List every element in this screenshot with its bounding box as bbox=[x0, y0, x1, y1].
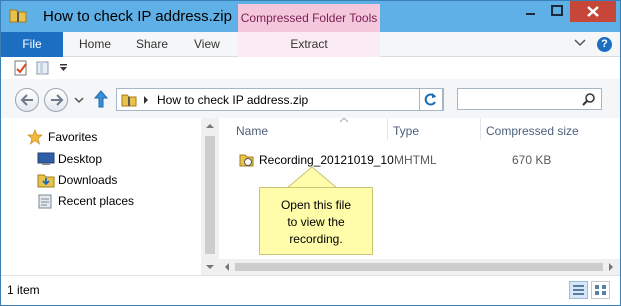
callout-line-3: recording. bbox=[289, 232, 343, 246]
horizontal-scrollbar-thumb[interactable] bbox=[235, 263, 603, 271]
nav-recent-places-label: Recent places bbox=[58, 194, 135, 208]
nav-downloads-label: Downloads bbox=[58, 173, 118, 187]
column-headers: Name Type Compressed size bbox=[219, 118, 620, 140]
minimize-icon bbox=[526, 13, 535, 15]
explorer-window: How to check IP address.zip Compressed F… bbox=[0, 0, 621, 306]
back-arrow-icon bbox=[20, 94, 33, 106]
navigation-pane: Favorites Desktop Downloads Recent place… bbox=[1, 118, 201, 275]
navigation-scrollbar-thumb[interactable] bbox=[205, 136, 215, 254]
recent-places-icon bbox=[38, 194, 52, 209]
item-count: 1 item bbox=[7, 283, 40, 297]
up-arrow-icon[interactable] bbox=[93, 90, 109, 108]
tab-extract[interactable]: Extract bbox=[238, 32, 380, 57]
details-view-button[interactable] bbox=[569, 281, 588, 299]
compressed-folder-tools-label: Compressed Folder Tools bbox=[238, 4, 380, 32]
scroll-right-icon[interactable] bbox=[608, 263, 614, 271]
maximize-icon bbox=[551, 5, 563, 16]
callout-line-2: to view the bbox=[287, 215, 345, 229]
desktop-icon bbox=[37, 152, 55, 165]
maximize-button[interactable] bbox=[544, 1, 570, 22]
close-icon bbox=[587, 6, 599, 17]
mhtml-file-icon bbox=[239, 154, 254, 167]
file-type: MHTML bbox=[394, 153, 437, 167]
quick-access-toolbar bbox=[1, 57, 620, 79]
sort-ascending-icon bbox=[340, 118, 348, 123]
zip-folder-icon bbox=[121, 94, 137, 107]
nav-favorites[interactable]: Favorites bbox=[5, 128, 185, 146]
forward-button[interactable] bbox=[44, 88, 68, 112]
file-name: Recording_20121019_10 bbox=[259, 153, 394, 167]
scroll-down-icon[interactable] bbox=[206, 264, 214, 270]
column-divider[interactable] bbox=[480, 118, 481, 140]
close-button[interactable] bbox=[570, 1, 616, 22]
search-box[interactable] bbox=[457, 88, 602, 110]
nav-downloads[interactable]: Downloads bbox=[35, 171, 185, 189]
tab-view[interactable]: View bbox=[194, 32, 220, 57]
column-divider[interactable] bbox=[387, 118, 388, 140]
callout-note: Open this file to view the recording. bbox=[259, 187, 373, 255]
search-icon[interactable] bbox=[582, 92, 596, 106]
refresh-button[interactable] bbox=[419, 88, 443, 111]
navigation-scrollbar[interactable] bbox=[201, 118, 219, 275]
horizontal-scrollbar[interactable] bbox=[219, 259, 620, 275]
address-path: How to check IP address.zip bbox=[157, 93, 309, 107]
nav-desktop-label: Desktop bbox=[58, 152, 103, 166]
column-type-header[interactable]: Type bbox=[393, 124, 419, 138]
breadcrumb-arrow-icon[interactable] bbox=[143, 96, 149, 104]
status-bar: 1 item bbox=[1, 275, 620, 305]
minimize-button[interactable] bbox=[517, 1, 544, 22]
nav-desktop[interactable]: Desktop bbox=[35, 150, 185, 168]
large-icons-view-icon bbox=[595, 285, 606, 295]
address-bar-row: How to check IP address.zip bbox=[1, 79, 620, 118]
column-size-header[interactable]: Compressed size bbox=[486, 124, 579, 138]
recent-locations-chevron-icon[interactable] bbox=[74, 97, 84, 105]
new-folder-icon[interactable] bbox=[35, 60, 51, 76]
details-view-icon bbox=[573, 285, 584, 295]
downloads-folder-icon bbox=[37, 174, 55, 188]
forward-arrow-icon bbox=[51, 94, 64, 106]
properties-icon[interactable] bbox=[13, 60, 29, 76]
window-title: How to check IP address.zip bbox=[43, 8, 232, 25]
scroll-left-icon[interactable] bbox=[224, 263, 230, 271]
column-name-header[interactable]: Name bbox=[236, 124, 268, 138]
large-icons-view-button[interactable] bbox=[591, 281, 610, 299]
ribbon-tabs: File Home Share View Extract ? bbox=[1, 32, 620, 57]
star-icon bbox=[27, 129, 43, 145]
tab-home[interactable]: Home bbox=[79, 32, 111, 57]
tab-share[interactable]: Share bbox=[136, 32, 168, 57]
file-size: 670 KB bbox=[512, 153, 552, 167]
customize-toolbar-dropdown-icon[interactable] bbox=[59, 63, 69, 73]
callout-line-1: Open this file bbox=[280, 198, 352, 212]
scroll-up-icon[interactable] bbox=[206, 123, 214, 129]
back-button[interactable] bbox=[15, 88, 39, 112]
refresh-icon bbox=[424, 93, 436, 106]
zip-folder-icon bbox=[9, 9, 27, 23]
tab-file[interactable]: File bbox=[1, 32, 63, 57]
nav-recent-places[interactable]: Recent places bbox=[35, 192, 185, 210]
help-icon[interactable]: ? bbox=[597, 37, 612, 52]
nav-favorites-label: Favorites bbox=[48, 130, 98, 144]
title-bar: How to check IP address.zip Compressed F… bbox=[1, 1, 620, 32]
expand-ribbon-chevron-icon[interactable] bbox=[574, 38, 586, 48]
address-bar[interactable]: How to check IP address.zip bbox=[116, 88, 444, 111]
